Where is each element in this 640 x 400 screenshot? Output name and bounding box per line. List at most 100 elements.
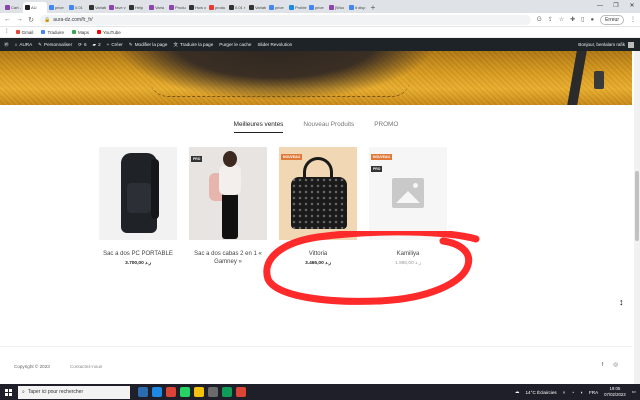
browser-tab[interactable]: fave v (107, 2, 127, 13)
tab-label: produ (215, 5, 226, 10)
tab-promo[interactable]: PROMO (374, 121, 398, 133)
comments-link[interactable]: ▰ 2 (93, 42, 101, 48)
browser-tab[interactable]: Variab (247, 2, 267, 13)
browser-tab[interactable]: Varia (147, 2, 167, 13)
browser-tab[interactable]: 0.01 (67, 2, 87, 13)
tab-label: 0.01 (75, 5, 83, 10)
product-image[interactable] (99, 147, 177, 240)
apps-icon[interactable]: ⁞ (6, 29, 8, 35)
bookmark-gmail[interactable]: Gmail (15, 30, 33, 35)
file-explorer-icon[interactable] (194, 387, 204, 397)
task-view-icon[interactable] (138, 387, 148, 397)
settings-icon[interactable] (208, 387, 218, 397)
volume-icon[interactable]: ◖ (580, 390, 583, 395)
new-content-link[interactable]: + Créer (107, 42, 123, 47)
bookmark-traduire[interactable]: Traduire (41, 30, 64, 35)
clock[interactable]: 19:05 07/02/2023 (604, 386, 626, 398)
browser-tab[interactable]: [Woo (327, 2, 347, 13)
customize-link[interactable]: ✎ Personnaliser (38, 42, 72, 48)
tab-label: price (275, 5, 284, 10)
reload-icon[interactable]: ↻ (28, 16, 34, 24)
browser-tab-strip: Cart - AU price 0.01 Variab fave v Help Varia Pr… (0, 0, 640, 13)
minimize-icon[interactable]: — (592, 0, 608, 12)
purge-cache-link[interactable]: Purger le cache (219, 42, 251, 47)
tab-favicon-icon (129, 5, 134, 10)
translate-icon (41, 30, 46, 34)
slider-revolution-link[interactable]: Slider Revolution (257, 42, 292, 47)
scrollbar-thumb[interactable] (635, 171, 639, 241)
close-icon[interactable]: ✕ (624, 0, 640, 12)
tab-favicon-icon (25, 5, 30, 10)
browser-tab[interactable]: 0.01 r (227, 2, 247, 13)
tray-chevron-icon[interactable]: ˄ (563, 390, 566, 395)
browser-tab[interactable]: price (307, 2, 327, 13)
browser-tab[interactable]: Variab (87, 2, 107, 13)
bookmark-maps[interactable]: Maps (72, 30, 89, 35)
contact-link[interactable]: Contactez-nous (70, 364, 102, 369)
chrome-icon[interactable] (166, 387, 176, 397)
product-image[interactable]: NOUVEAU PRO (369, 147, 447, 240)
edge-icon[interactable] (152, 387, 162, 397)
maximize-icon[interactable]: ❐ (608, 0, 624, 12)
notifications-icon[interactable]: ▭ (632, 389, 636, 395)
bookmark-label: YouTube (103, 29, 121, 35)
error-button[interactable]: Erreur (600, 14, 624, 25)
bookmark-star-icon[interactable]: ☆ (559, 16, 564, 23)
tab-favicon-icon (269, 5, 274, 10)
app-icon[interactable] (222, 387, 232, 397)
sidepanel-icon[interactable]: ▯ (581, 16, 584, 23)
brush-icon: ✎ (38, 41, 43, 47)
wordpress-icon[interactable]: Ⓦ (4, 42, 9, 48)
browser-tab[interactable]: price (267, 2, 287, 13)
bookmark-label: Traduire (47, 29, 65, 35)
chrome-active-icon[interactable] (236, 387, 246, 397)
taskbar-apps (138, 387, 246, 397)
browser-tab[interactable]: price (47, 2, 67, 13)
network-icon[interactable]: ◔ (571, 390, 574, 395)
instagram-icon[interactable]: ◎ (613, 362, 618, 368)
back-icon[interactable]: ← (4, 16, 11, 23)
image-placeholder-icon (392, 178, 424, 208)
weather-text[interactable]: 14°C Éclaircies (526, 390, 557, 395)
browser-tab[interactable]: produ (207, 2, 227, 13)
profile-icon[interactable]: ● (590, 17, 594, 23)
menu-icon[interactable]: ⋮ (630, 16, 636, 23)
account-menu[interactable]: Bonjour, benlalam rafik (578, 38, 634, 51)
youtube-icon (97, 30, 102, 34)
tab-meilleures-ventes[interactable]: Meilleures ventes (233, 121, 284, 133)
tab-favicon-icon (289, 5, 294, 10)
bookmark-youtube[interactable]: YouTube (97, 30, 121, 35)
new-tab-icon[interactable]: + (367, 2, 379, 13)
facebook-icon[interactable]: f (602, 362, 604, 368)
tab-nouveau-produits[interactable]: Nouveau Produits (303, 121, 354, 133)
browser-tab[interactable]: Proble (287, 2, 307, 13)
google-icon[interactable]: G (537, 17, 542, 23)
browser-tab[interactable]: it disp (347, 2, 367, 13)
page-scrollbar[interactable] (634, 51, 640, 384)
translate-page-link[interactable]: 文 Traduire la page (173, 42, 213, 48)
updates-link[interactable]: ⟳ 6 (78, 42, 86, 48)
language-indicator[interactable]: FRA (589, 390, 598, 395)
extensions-icon[interactable]: ✚ (570, 16, 575, 23)
share-icon[interactable]: ⇪ (548, 16, 553, 23)
product-name[interactable]: Sac a dos PC PORTABLE (99, 250, 177, 258)
browser-tab[interactable]: Help (127, 2, 147, 13)
site-name-link[interactable]: ⌂ AURA (15, 42, 33, 47)
translate-page-icon: 文 (173, 41, 178, 47)
product-name[interactable]: Sac a dos cabas 2 en 1 « Gamney » (189, 250, 267, 266)
whatsapp-icon[interactable] (180, 387, 190, 397)
taskbar-search-input[interactable]: ⌕ Taper ici pour rechercher (18, 385, 130, 399)
promo-badge: PRO (371, 166, 383, 172)
browser-tab[interactable]: How c (187, 2, 207, 13)
browser-tab[interactable]: Cart - (3, 2, 23, 13)
product-image[interactable]: NOUVEAU (279, 147, 357, 240)
url-input[interactable]: 🔒 aura-dz.com/fr_fr/ (40, 14, 532, 25)
browser-tab[interactable]: AU (23, 2, 47, 13)
product-card[interactable]: Sac a dos PC PORTABLE 3.700,00 ر.د (99, 147, 177, 266)
edit-page-link[interactable]: ✎ Modifier la page (129, 42, 168, 48)
browser-tab[interactable]: Produ (167, 2, 187, 13)
product-card[interactable]: PRO Sac a dos cabas 2 en 1 « Gamney » (189, 147, 267, 266)
start-button[interactable] (0, 384, 16, 400)
forward-icon[interactable]: → (16, 16, 23, 23)
product-image[interactable]: PRO (189, 147, 267, 240)
